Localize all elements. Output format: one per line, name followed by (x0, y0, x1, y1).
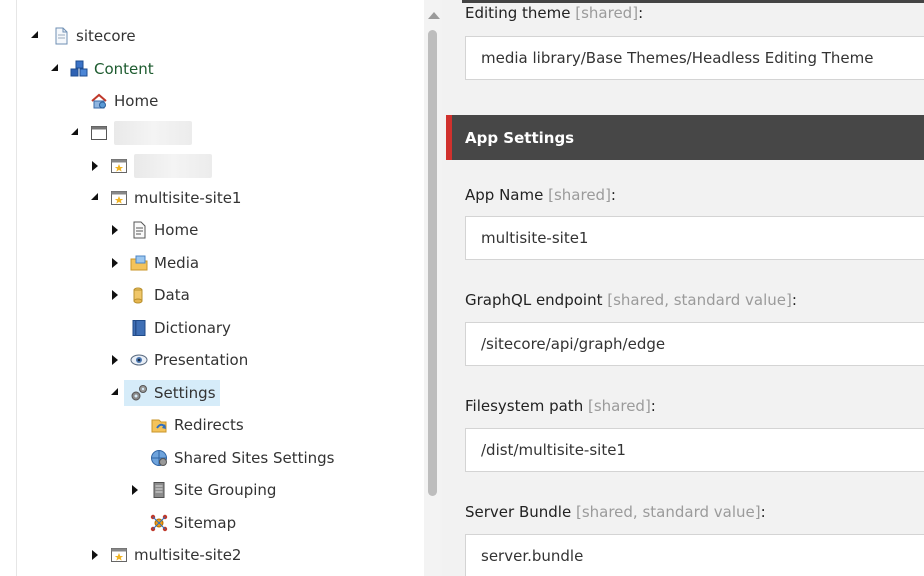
tree-node-site-grouping[interactable]: Site Grouping (130, 477, 276, 503)
content-tree-pane: sitecore Content Home multisite-site1 Ho… (0, 0, 442, 576)
document-icon (55, 27, 68, 45)
scroll-up-arrow-icon[interactable] (428, 12, 440, 19)
app-settings-section-header[interactable]: App Settings (446, 115, 924, 160)
collapse-toggle-icon[interactable] (110, 387, 120, 397)
globe-gear-icon (151, 450, 167, 466)
redacted-label (134, 154, 212, 178)
editing-theme-label: Editing theme [shared]: (465, 4, 644, 22)
sitemap-icon (150, 514, 168, 532)
editor-top-border (462, 0, 924, 3)
database-icon (133, 287, 143, 304)
field-meta: [shared, standard value] (607, 291, 792, 309)
filesystem-path-field[interactable]: /dist/multisite-site1 (465, 428, 924, 472)
section-accent-bar (446, 115, 452, 160)
tree-node-label: Settings (154, 384, 216, 402)
expand-toggle-icon[interactable] (110, 258, 120, 268)
window-icon (91, 126, 107, 140)
field-meta: [shared, standard value] (575, 503, 761, 521)
eye-icon (130, 354, 148, 366)
tree-node-sitemap[interactable]: Sitemap (150, 510, 236, 536)
server-bundle-field[interactable]: server.bundle (465, 534, 924, 576)
field-value: server.bundle (481, 547, 584, 565)
field-meta: [shared] (575, 4, 639, 22)
expand-toggle-icon[interactable] (90, 161, 100, 171)
tree-node-data[interactable]: Data (110, 282, 190, 308)
field-meta: [shared] (548, 186, 611, 204)
tree-node-label: Dictionary (154, 319, 231, 337)
collapse-toggle-icon[interactable] (50, 63, 60, 73)
expand-toggle-icon[interactable] (110, 290, 120, 300)
tree-node-shared-sites-settings[interactable]: Shared Sites Settings (150, 445, 334, 471)
tree-node-redacted-site[interactable] (90, 153, 212, 179)
tree-node-media[interactable]: Media (110, 250, 199, 276)
tree-node-multisite-site1[interactable]: multisite-site1 (90, 185, 241, 211)
expand-toggle-icon[interactable] (130, 485, 140, 495)
redirect-icon (151, 419, 167, 433)
book-icon (132, 320, 146, 336)
gears-icon (131, 385, 147, 401)
collapse-toggle-icon[interactable] (30, 30, 40, 40)
tree-node-label: multisite-site1 (134, 189, 242, 207)
site-icon (111, 548, 127, 562)
tree-node-home[interactable]: Home (90, 88, 158, 114)
collapse-toggle-icon[interactable] (90, 192, 100, 202)
graphql-endpoint-label: GraphQL endpoint [shared, standard value… (465, 291, 797, 309)
tree-node-settings-selection[interactable]: Settings (124, 380, 220, 406)
expand-toggle-icon[interactable] (110, 225, 120, 235)
tree-node-multisite-site2[interactable]: multisite-site2 (90, 542, 241, 568)
filesystem-path-label: Filesystem path [shared]: (465, 397, 656, 415)
tree-node-redirects[interactable]: Redirects (150, 412, 244, 438)
tree-node-label: Shared Sites Settings (174, 449, 335, 467)
tree-node-label: Content (94, 60, 154, 78)
field-meta: [shared] (587, 397, 651, 415)
field-value: /dist/multisite-site1 (481, 441, 626, 459)
field-value: media library/Base Themes/Headless Editi… (481, 49, 874, 67)
field-label-text: App Name (465, 186, 544, 204)
item-editor-pane: Editing theme [shared]: media library/Ba… (442, 0, 924, 576)
tree-node-presentation[interactable]: Presentation (110, 347, 248, 373)
tree-node-label: Redirects (174, 416, 244, 434)
tree-node-label: Sitemap (174, 514, 237, 532)
expand-toggle-icon[interactable] (90, 550, 100, 560)
field-value: /sitecore/api/graph/edge (481, 335, 666, 353)
editing-theme-field[interactable]: media library/Base Themes/Headless Editi… (465, 36, 924, 80)
tree-node-label: Site Grouping (174, 481, 277, 499)
tree-node-label: Home (114, 92, 159, 110)
tree-scrollbar[interactable] (424, 0, 442, 576)
home-icon (91, 93, 107, 109)
site-icon (111, 191, 127, 205)
field-value: multisite-site1 (481, 229, 589, 247)
page-icon (133, 221, 146, 239)
cubes-icon (70, 60, 88, 77)
tree-node-sitecore[interactable]: sitecore (30, 23, 136, 49)
field-label-text: Filesystem path (465, 397, 584, 415)
tree-node-site1-home[interactable]: Home (110, 217, 198, 243)
app-name-field[interactable]: multisite-site1 (465, 216, 924, 260)
graphql-endpoint-field[interactable]: /sitecore/api/graph/edge (465, 322, 924, 366)
server-bundle-label: Server Bundle [shared, standard value]: (465, 503, 766, 521)
site-icon (111, 159, 127, 173)
collapse-toggle-icon[interactable] (70, 127, 80, 137)
server-icon (153, 482, 165, 498)
scrollbar-thumb[interactable] (428, 30, 437, 496)
tree-node-dictionary[interactable]: Dictionary (130, 315, 231, 341)
tree-node-label: sitecore (76, 27, 136, 45)
tree-node-redacted[interactable] (70, 120, 192, 146)
redacted-label (114, 121, 192, 145)
tree-node-label: Media (154, 254, 200, 272)
tree-node-content[interactable]: Content (50, 56, 154, 82)
tree-node-settings[interactable]: Settings (110, 380, 220, 406)
field-label-text: Server Bundle (465, 503, 572, 521)
tree-node-label: Data (154, 286, 190, 304)
expand-toggle-icon[interactable] (110, 355, 120, 365)
section-title: App Settings (465, 128, 575, 147)
tree-left-border (16, 0, 17, 576)
tree-node-label: multisite-site2 (134, 546, 242, 564)
app-name-label: App Name [shared]: (465, 186, 616, 204)
media-folder-icon (130, 255, 148, 271)
field-label-text: GraphQL endpoint (465, 291, 603, 309)
tree-node-label: Home (154, 221, 199, 239)
field-label-text: Editing theme (465, 4, 571, 22)
tree-node-label: Presentation (154, 351, 249, 369)
